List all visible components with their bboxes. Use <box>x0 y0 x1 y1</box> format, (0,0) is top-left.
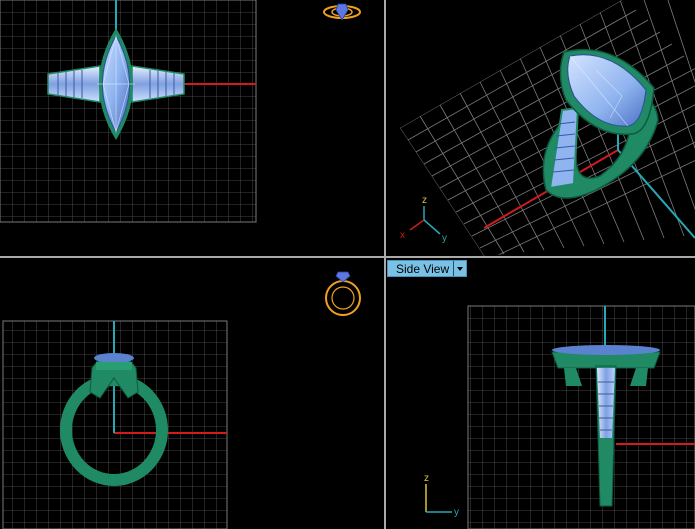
axis-triad-perspective <box>409 206 441 235</box>
viewport-divider-vertical[interactable] <box>384 0 386 529</box>
side-view-dropdown[interactable]: Side View <box>387 260 467 277</box>
perspective-canvas: z x y <box>400 0 695 256</box>
viewport-front[interactable] <box>0 258 384 529</box>
chevron-down-icon[interactable] <box>453 261 466 276</box>
viewport-top[interactable] <box>0 0 384 256</box>
viewport-perspective[interactable]: z x y <box>386 0 695 256</box>
axis-label-z: z <box>424 473 429 484</box>
axis-label-y: y <box>454 507 459 518</box>
grid-side <box>468 306 695 529</box>
side-view-canvas: z y <box>424 305 695 529</box>
ring-top-gizmo-icon[interactable] <box>323 3 361 21</box>
axis-triad-side <box>425 484 452 513</box>
front-view-canvas <box>2 271 361 529</box>
top-view-canvas <box>0 0 361 223</box>
axis-label-x: x <box>400 230 405 241</box>
axis-label-z: z <box>422 195 427 206</box>
viewport-divider-horizontal[interactable] <box>0 256 695 258</box>
side-view-label: Side View <box>396 262 450 276</box>
axis-label-y: y <box>442 233 447 244</box>
viewport-side[interactable]: z y <box>386 258 695 529</box>
ring-front-gizmo-icon[interactable] <box>325 271 361 316</box>
